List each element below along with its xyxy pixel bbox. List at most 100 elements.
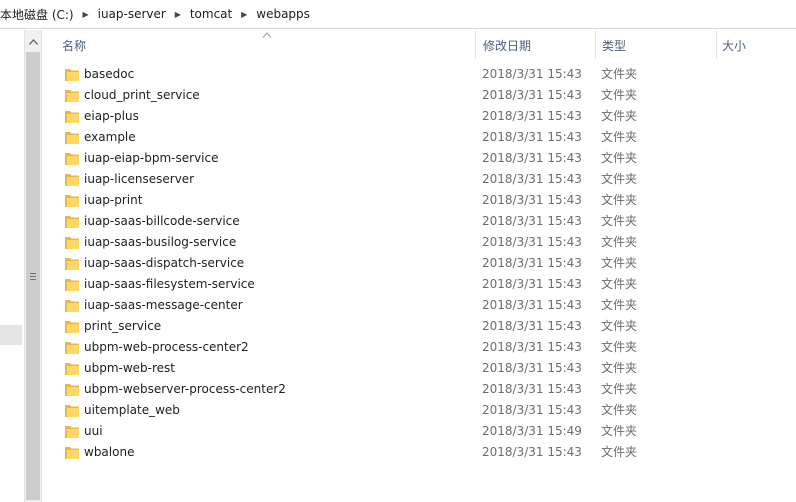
file-name[interactable]: ubpm-web-process-center2 <box>84 337 249 358</box>
file-name[interactable]: wbalone <box>84 442 134 463</box>
column-header-type[interactable]: 类型 <box>585 31 705 59</box>
file-type: 文件夹 <box>601 67 638 81</box>
file-name[interactable]: iuap-licenseserver <box>84 169 194 190</box>
navigation-selected-item[interactable] <box>0 325 22 345</box>
list-item[interactable]: iuap-saas-filesystem-service 2018/3/31 15… <box>45 274 796 295</box>
file-name[interactable]: iuap-saas-dispatch-service <box>84 253 244 274</box>
file-name[interactable]: iuap-print <box>84 190 142 211</box>
list-item[interactable]: cloud_print_service 2018/3/31 15:43 文件夹 <box>45 85 796 106</box>
list-item[interactable]: ubpm-web-process-center2 2018/3/31 15:43 文… <box>45 337 796 358</box>
column-header-row: 名称 修改日期 类型 大小 <box>45 31 796 59</box>
file-name[interactable]: uitemplate_web <box>84 400 180 421</box>
modified-date: 2018/3/31 15:43 <box>482 361 582 375</box>
file-type: 文件夹 <box>601 151 638 165</box>
modified-date: 2018/3/31 15:43 <box>482 277 582 291</box>
modified-date: 2018/3/31 15:43 <box>482 214 582 228</box>
folder-icon <box>65 363 79 375</box>
modified-date: 2018/3/31 15:43 <box>482 109 582 123</box>
folder-icon <box>65 342 79 354</box>
list-item[interactable]: print_service 2018/3/31 15:43 文件夹 <box>45 316 796 337</box>
modified-date: 2018/3/31 15:43 <box>482 319 582 333</box>
list-item[interactable]: uitemplate_web 2018/3/31 15:43 文件夹 <box>45 400 796 421</box>
file-explorer-window: 本地磁盘 (C:) ▶ iuap-server ▶ tomcat ▶ webap… <box>0 0 796 502</box>
chevron-right-icon[interactable]: ▶ <box>171 10 185 19</box>
file-name[interactable]: ubpm-web-rest <box>84 358 175 379</box>
list-item[interactable]: ubpm-webserver-process-center2 2018/3/31 … <box>45 379 796 400</box>
list-item[interactable]: iuap-saas-busilog-service 2018/3/31 15:43… <box>45 232 796 253</box>
file-type: 文件夹 <box>601 130 638 144</box>
folder-icon <box>65 426 79 438</box>
column-header-modified[interactable]: 修改日期 <box>466 31 585 59</box>
breadcrumb-item-webapps[interactable]: webapps <box>254 7 312 21</box>
folder-icon <box>65 69 79 81</box>
modified-date: 2018/3/31 15:43 <box>482 172 582 186</box>
file-name[interactable]: iuap-saas-busilog-service <box>84 232 236 253</box>
chevron-right-icon[interactable]: ▶ <box>237 10 251 19</box>
chevron-right-icon[interactable]: ▶ <box>79 10 93 19</box>
scroll-up-arrow-icon[interactable] <box>25 34 41 50</box>
file-type: 文件夹 <box>601 361 638 375</box>
breadcrumb: 本地磁盘 (C:) ▶ iuap-server ▶ tomcat ▶ webap… <box>0 0 796 29</box>
scroll-thumb[interactable] <box>26 52 40 500</box>
scroll-grip-icon <box>30 272 36 280</box>
list-item[interactable]: example 2018/3/31 15:43 文件夹 <box>45 127 796 148</box>
folder-icon <box>65 237 79 249</box>
file-name[interactable]: iuap-saas-billcode-service <box>84 211 240 232</box>
modified-date: 2018/3/31 15:43 <box>482 340 582 354</box>
file-type: 文件夹 <box>601 319 638 333</box>
navigation-scrollbar[interactable] <box>24 30 42 502</box>
breadcrumb-item-drive[interactable]: 本地磁盘 (C:) <box>0 6 76 23</box>
file-type: 文件夹 <box>601 277 638 291</box>
list-item[interactable]: iuap-saas-billcode-service 2018/3/31 15:4… <box>45 211 796 232</box>
file-type: 文件夹 <box>601 298 638 312</box>
list-item[interactable]: wbalone 2018/3/31 15:43 文件夹 <box>45 442 796 463</box>
modified-date: 2018/3/31 15:43 <box>482 151 582 165</box>
file-type: 文件夹 <box>601 214 638 228</box>
breadcrumb-item-tomcat[interactable]: tomcat <box>188 7 234 21</box>
folder-icon <box>65 279 79 291</box>
breadcrumb-item-iuap-server[interactable]: iuap-server <box>96 7 168 21</box>
file-name[interactable]: eiap-plus <box>84 106 139 127</box>
navigation-pane[interactable] <box>0 30 22 502</box>
column-header-size[interactable]: 大小 <box>705 31 796 59</box>
file-name[interactable]: example <box>84 127 136 148</box>
modified-date: 2018/3/31 15:43 <box>482 88 582 102</box>
folder-icon <box>65 405 79 417</box>
folder-icon <box>65 111 79 123</box>
file-name[interactable]: iuap-saas-filesystem-service <box>84 274 255 295</box>
modified-date: 2018/3/31 15:49 <box>482 424 582 438</box>
file-type: 文件夹 <box>601 88 638 102</box>
list-item[interactable]: iuap-eiap-bpm-service 2018/3/31 15:43 文件夹 <box>45 148 796 169</box>
list-item[interactable]: iuap-saas-dispatch-service 2018/3/31 15:4… <box>45 253 796 274</box>
folder-icon <box>65 321 79 333</box>
folder-icon <box>65 153 79 165</box>
file-type: 文件夹 <box>601 445 638 459</box>
file-name[interactable]: iuap-eiap-bpm-service <box>84 148 219 169</box>
folder-icon <box>65 258 79 270</box>
list-item[interactable]: ubpm-web-rest 2018/3/31 15:43 文件夹 <box>45 358 796 379</box>
list-item[interactable]: uui 2018/3/31 15:49 文件夹 <box>45 421 796 442</box>
list-item[interactable]: iuap-saas-message-center 2018/3/31 15:43 文… <box>45 295 796 316</box>
list-item[interactable]: basedoc 2018/3/31 15:43 文件夹 <box>45 64 796 85</box>
list-item[interactable]: iuap-licenseserver 2018/3/31 15:43 文件夹 <box>45 169 796 190</box>
list-item[interactable]: iuap-print 2018/3/31 15:43 文件夹 <box>45 190 796 211</box>
file-name[interactable]: uui <box>84 421 103 442</box>
list-item[interactable]: eiap-plus 2018/3/31 15:43 文件夹 <box>45 106 796 127</box>
modified-date: 2018/3/31 15:43 <box>482 298 582 312</box>
file-name[interactable]: ubpm-webserver-process-center2 <box>84 379 286 400</box>
file-name[interactable]: print_service <box>84 316 161 337</box>
modified-date: 2018/3/31 15:43 <box>482 382 582 396</box>
folder-icon <box>65 384 79 396</box>
file-type: 文件夹 <box>601 235 638 249</box>
folder-icon <box>65 195 79 207</box>
modified-date: 2018/3/31 15:43 <box>482 130 582 144</box>
folder-icon <box>65 447 79 459</box>
file-name[interactable]: iuap-saas-message-center <box>84 295 243 316</box>
folder-icon <box>65 300 79 312</box>
file-name[interactable]: cloud_print_service <box>84 85 200 106</box>
file-type: 文件夹 <box>601 403 638 417</box>
file-type: 文件夹 <box>601 193 638 207</box>
modified-date: 2018/3/31 15:43 <box>482 193 582 207</box>
file-name[interactable]: basedoc <box>84 64 134 85</box>
column-header-name[interactable]: 名称 <box>45 31 475 59</box>
